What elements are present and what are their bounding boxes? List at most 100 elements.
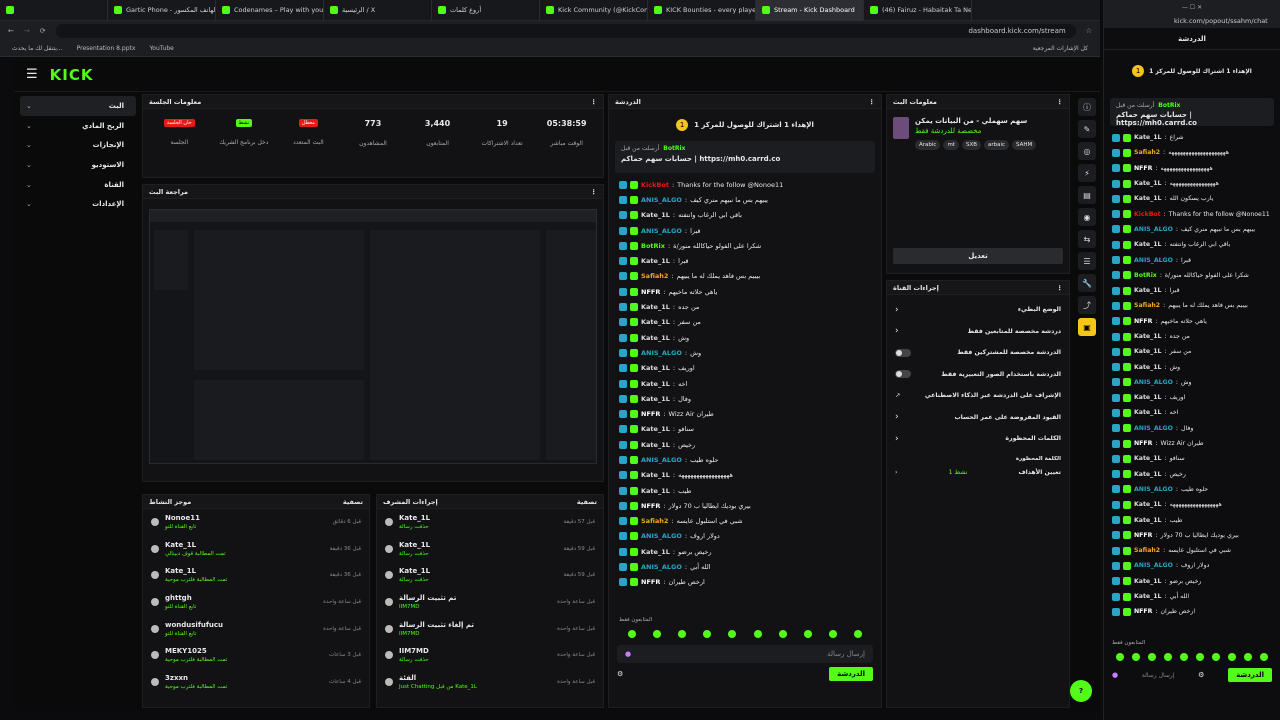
help-button[interactable]: ? (1070, 680, 1092, 702)
item-name[interactable]: Kate_1L (399, 541, 558, 549)
chat-message[interactable]: Kate_1L: سنافو (609, 422, 881, 437)
chat-username[interactable]: NFFR (641, 410, 660, 418)
chat-message[interactable]: Safiah2: شبي في استلبول عايسه (609, 514, 881, 529)
chat-input[interactable]: ● إرسال رسالة (617, 645, 873, 663)
external-link-icon[interactable]: ↗ (895, 392, 900, 399)
chat-username[interactable]: Kate_1L (641, 548, 670, 556)
emote-icon[interactable] (1228, 653, 1236, 661)
filter-button[interactable]: تصفية (577, 498, 597, 506)
chat-username[interactable]: Kate_1L (1134, 394, 1161, 401)
emote-icon[interactable] (1180, 653, 1188, 661)
pencil-icon[interactable]: ✎ (1078, 120, 1096, 138)
channel-action-row[interactable]: › القيود المفروضة على عمر الحساب (887, 407, 1069, 429)
chat-username[interactable]: Kate_1L (1134, 287, 1161, 294)
emote-icon[interactable] (803, 630, 812, 638)
chat-message[interactable]: Kate_1L: الله أبي (1104, 589, 1280, 604)
chat-message[interactable]: Kate_1L: وش (1104, 359, 1280, 374)
chat-message[interactable]: Kate_1L: من جده (609, 299, 881, 314)
chat-message[interactable]: Kate_1L: رخيص برضو (609, 544, 881, 559)
chat-message[interactable]: Safiah2: بيبيم بس فاهد يملك له ما يبيهم (1104, 298, 1280, 313)
channel-action-row[interactable]: الدردشة باستخدام الصور التعبيرية فقط (887, 364, 1069, 386)
chat-message[interactable]: ANIS_ALGO: دولار اروف (1104, 558, 1280, 573)
browser-tab[interactable]: Codenames – Play with your Fri (216, 0, 324, 21)
all-bookmarks-link[interactable]: كل الإشارات المرجعية (1033, 45, 1088, 52)
chat-message[interactable]: Kate_1L: هههههههههههههههههه (1104, 497, 1280, 512)
chat-username[interactable]: Kate_1L (1134, 471, 1161, 478)
target-icon[interactable]: ◎ (1078, 142, 1096, 160)
chat-username[interactable]: Kate_1L (1134, 364, 1161, 371)
chat-message[interactable]: ANIS_ALGO: الله أبي (609, 559, 881, 574)
chat-username[interactable]: Kate_1L (641, 303, 670, 311)
chat-username[interactable]: Kate_1L (641, 487, 670, 495)
chat-message[interactable]: Kate_1L: طيب (609, 483, 881, 498)
chat-message[interactable]: Kate_1L: باقي ابي الرغاب وانتفته (609, 208, 881, 223)
trash-icon[interactable]: ▤ (1078, 186, 1096, 204)
emote-icon[interactable] (1212, 653, 1220, 661)
chat-message[interactable]: Kate_1L: قبرا (609, 253, 881, 268)
share-icon[interactable]: ⤴ (1078, 296, 1096, 314)
chat-message[interactable]: ANIS_ALGO: دولار اروف (609, 529, 881, 544)
stat-badge[interactable]: حان الجلسة (163, 119, 195, 127)
chat-username[interactable]: NFFR (641, 578, 660, 586)
chat-message[interactable]: Kate_1L: طيب (1104, 512, 1280, 527)
chat-username[interactable]: Safiah2 (641, 517, 668, 525)
chat-message[interactable]: Safiah2: بيبيم بس فاهد يملك له ما يبيهم (609, 269, 881, 284)
channel-action-row[interactable]: › الكلمات المحظورة (887, 428, 1069, 450)
stream-category[interactable]: مخصصة للدردشة فقط (915, 127, 1036, 135)
chat-username[interactable]: Kate_1L (1134, 409, 1161, 416)
back-icon[interactable]: ← (8, 27, 14, 35)
chat-username[interactable]: ANIS_ALGO (641, 227, 682, 235)
chat-username[interactable]: Safiah2 (1134, 302, 1160, 309)
kick-logo[interactable]: KICK (50, 66, 94, 84)
chat-username[interactable]: Kate_1L (1134, 348, 1161, 355)
send-button[interactable]: الدردشة (1228, 668, 1272, 682)
tag-chip[interactable]: Arabic (915, 140, 941, 150)
chat-username[interactable]: KickBot (1134, 211, 1161, 218)
chat-message[interactable]: KickBot: Thanks for the follow @Nonoe11 (1104, 206, 1280, 221)
browser-tab[interactable]: أروع كلمات (432, 0, 540, 21)
emote-icon[interactable] (1132, 653, 1140, 661)
item-name[interactable]: MEKY1025 (165, 647, 323, 655)
emote-icon[interactable] (652, 630, 661, 638)
chat-username[interactable]: Kate_1L (1134, 241, 1161, 248)
chat-message[interactable]: ANIS_ALGO: قبرا (1104, 252, 1280, 267)
goals-row[interactable]: › 1 نشط تعيين الأهداف (887, 462, 1069, 484)
chat-username[interactable]: Kate_1L (641, 334, 670, 342)
more-icon[interactable]: ⋮ (869, 98, 876, 106)
stat-badge[interactable]: نشط (235, 119, 253, 127)
chat-message[interactable]: BotRix: شكرا على الفولو حياكالله منور/ة (609, 238, 881, 253)
chat-message[interactable]: Kate_1L: رخيص (1104, 467, 1280, 482)
wrench-icon[interactable]: 🔧 (1078, 274, 1096, 292)
chat-username[interactable]: Kate_1L (641, 257, 670, 265)
chat-input-placeholder[interactable]: إرسال رسالة (1142, 672, 1174, 679)
highlight-icon[interactable]: ▣ (1078, 318, 1096, 336)
emote-icon[interactable] (728, 630, 737, 638)
chat-message[interactable]: ANIS_ALGO: حلوه طيب (1104, 482, 1280, 497)
menu-icon[interactable]: ☰ (26, 67, 38, 82)
chat-username[interactable]: NFFR (641, 502, 660, 510)
chat-username[interactable]: Kate_1L (1134, 180, 1161, 187)
chat-icon[interactable]: ◉ (1078, 208, 1096, 226)
chat-message[interactable]: Kate_1L: قبرا (1104, 283, 1280, 298)
emote-icon[interactable] (1260, 653, 1268, 661)
nav-item[interactable]: ⌄ الإعدادات (20, 194, 136, 214)
item-name[interactable]: Kate_1L (399, 567, 558, 575)
toggle-switch[interactable] (895, 348, 911, 357)
chat-message[interactable]: Kate_1L: من سفر (609, 315, 881, 330)
chat-message[interactable]: ANIS_ALGO: يبيهم بس ما نبيهم منري كيف (609, 192, 881, 207)
chat-username[interactable]: NFFR (1134, 318, 1152, 325)
chat-message[interactable]: NFFR: Wizz Air طيران (609, 406, 881, 421)
edit-stream-button[interactable]: تعديل (893, 248, 1063, 264)
channel-action-row[interactable]: › الوضع البطيء (887, 299, 1069, 321)
browser-tab[interactable]: Kick Community (@KickComm (540, 0, 648, 21)
channel-action-row[interactable]: › دردشة مخصصة للمتابعين فقط (887, 321, 1069, 343)
chat-username[interactable]: Kate_1L (641, 425, 670, 433)
nav-item[interactable]: ⌄ الاستوديو (20, 155, 136, 175)
item-name[interactable]: ghttgh (165, 594, 317, 602)
emote-icon[interactable] (627, 630, 636, 638)
chat-message[interactable]: Kate_1L: وفال (609, 391, 881, 406)
chat-username[interactable]: BotRix (1134, 272, 1157, 279)
chat-message[interactable]: Kate_1L: رخيص برضو (1104, 574, 1280, 589)
emote-icon[interactable] (1148, 653, 1156, 661)
bookmark-item[interactable]: يتنقل لك ما يحدث... (12, 45, 63, 52)
